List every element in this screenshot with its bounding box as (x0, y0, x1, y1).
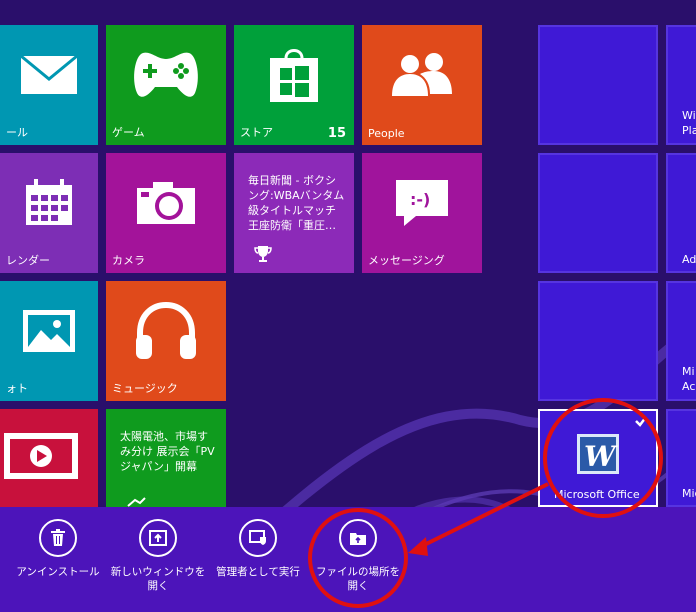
annotation-arrow (408, 482, 549, 556)
